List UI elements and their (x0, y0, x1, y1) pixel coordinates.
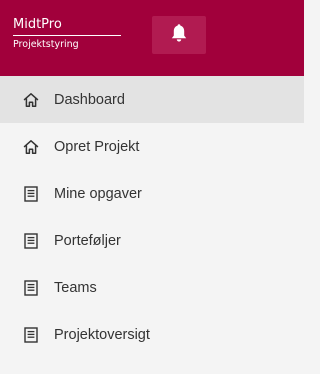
nav-item-mine-opgaver[interactable]: Mine opgaver (0, 170, 304, 217)
nav-label-projektoversigt: Projektoversigt (54, 326, 150, 343)
brand-logo[interactable]: MidtPro Projektstyring (13, 17, 141, 52)
nav-item-portefoljer[interactable]: Porteføljer (0, 217, 304, 264)
document-icon (23, 326, 39, 343)
brand-subtitle: Projektstyring (13, 39, 79, 50)
nav-item-dashboard[interactable]: Dashboard (0, 76, 304, 123)
nav-label-teams: Teams (54, 279, 97, 296)
document-icon (23, 279, 39, 296)
nav-item-projektoversigt[interactable]: Projektoversigt (0, 311, 304, 358)
brand-name: MidtPro (13, 17, 121, 36)
document-icon (23, 232, 39, 249)
document-icon (23, 185, 39, 202)
main-nav: Dashboard Opret Projekt Mine opgaver Por… (0, 76, 304, 358)
home-icon (23, 92, 39, 108)
nav-label-opret-projekt: Opret Projekt (54, 138, 140, 155)
nav-label-portefoljer: Porteføljer (54, 232, 121, 249)
home-icon (23, 139, 39, 155)
nav-item-opret-projekt[interactable]: Opret Projekt (0, 123, 304, 170)
nav-item-teams[interactable]: Teams (0, 264, 304, 311)
sidebar: MidtPro Projektstyring Dashboard Opret P… (0, 0, 304, 374)
sidebar-header: MidtPro Projektstyring (0, 0, 304, 76)
bell-icon (171, 23, 187, 48)
nav-label-mine-opgaver: Mine opgaver (54, 185, 142, 202)
nav-label-dashboard: Dashboard (54, 91, 125, 108)
notifications-button[interactable] (152, 16, 206, 54)
